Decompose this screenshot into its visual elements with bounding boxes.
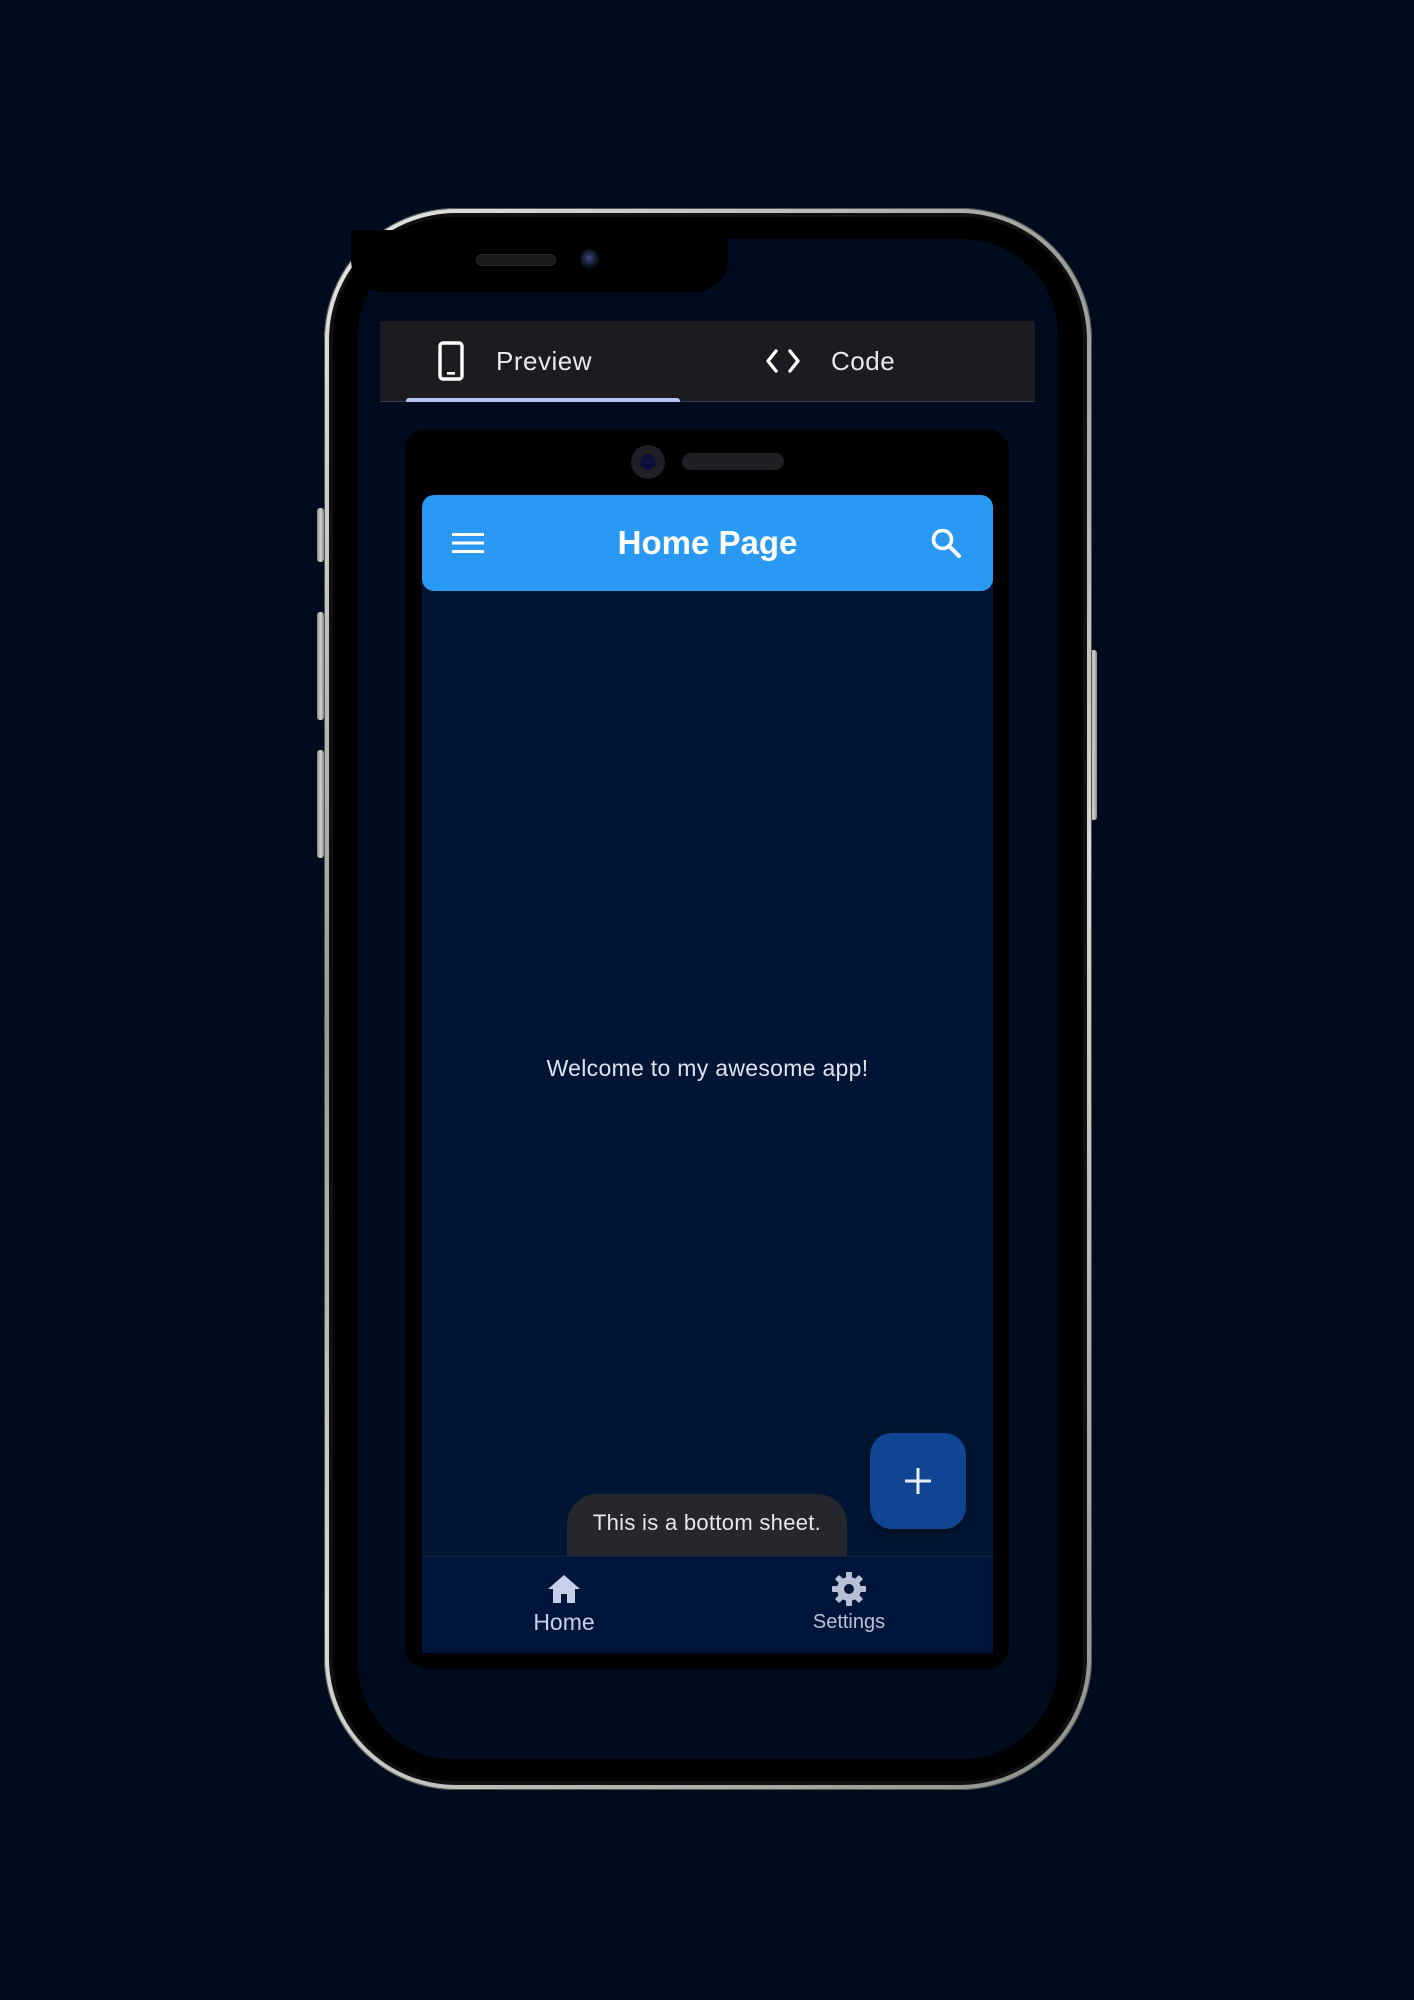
tab-indicator	[406, 398, 680, 402]
notch-speaker	[476, 254, 556, 266]
menu-icon	[452, 531, 484, 555]
search-button[interactable]	[922, 519, 970, 567]
tab-code-label: Code	[831, 345, 896, 376]
smartphone-icon	[437, 341, 465, 381]
tab-preview-label: Preview	[496, 345, 592, 376]
preview-device-speaker	[682, 453, 784, 470]
page-background: Preview Code Home Page Welcome to my awe…	[0, 0, 1414, 2000]
welcome-text: Welcome to my awesome app!	[546, 1055, 869, 1081]
bottom-sheet-text: This is a bottom sheet.	[592, 1510, 822, 1535]
nav-item-settings-label: Settings	[812, 1611, 886, 1633]
menu-button[interactable]	[444, 519, 492, 567]
bottom-sheet[interactable]: This is a bottom sheet.	[567, 1494, 847, 1556]
nav-item-home-label: Home	[533, 1609, 595, 1635]
app-bar: Home Page	[422, 495, 993, 591]
tab-preview[interactable]: Preview	[406, 321, 680, 401]
home-icon	[546, 1571, 582, 1607]
phone-volume-down-button	[317, 750, 324, 858]
page-title: Home Page	[617, 524, 798, 561]
add-button[interactable]	[870, 1433, 966, 1529]
notch-camera	[580, 249, 600, 269]
app-screen: Home Page Welcome to my awesome app! Thi…	[422, 495, 993, 1653]
search-icon	[930, 527, 962, 559]
bottom-navigation: Home Settings	[422, 1556, 993, 1653]
tab-bar: Preview Code	[380, 321, 1035, 402]
phone-notch	[351, 230, 728, 292]
nav-item-settings[interactable]: Settings	[749, 1557, 949, 1653]
settings-icon	[831, 1571, 867, 1607]
preview-device-camera	[631, 445, 665, 479]
add-icon	[904, 1467, 932, 1495]
code-icon	[765, 348, 801, 374]
phone-volume-up-button	[317, 612, 324, 720]
tab-code[interactable]: Code	[760, 321, 960, 401]
nav-item-home[interactable]: Home	[464, 1557, 664, 1653]
phone-mute-switch	[317, 508, 324, 562]
preview-device-frame: Home Page Welcome to my awesome app! Thi…	[405, 429, 1009, 1669]
